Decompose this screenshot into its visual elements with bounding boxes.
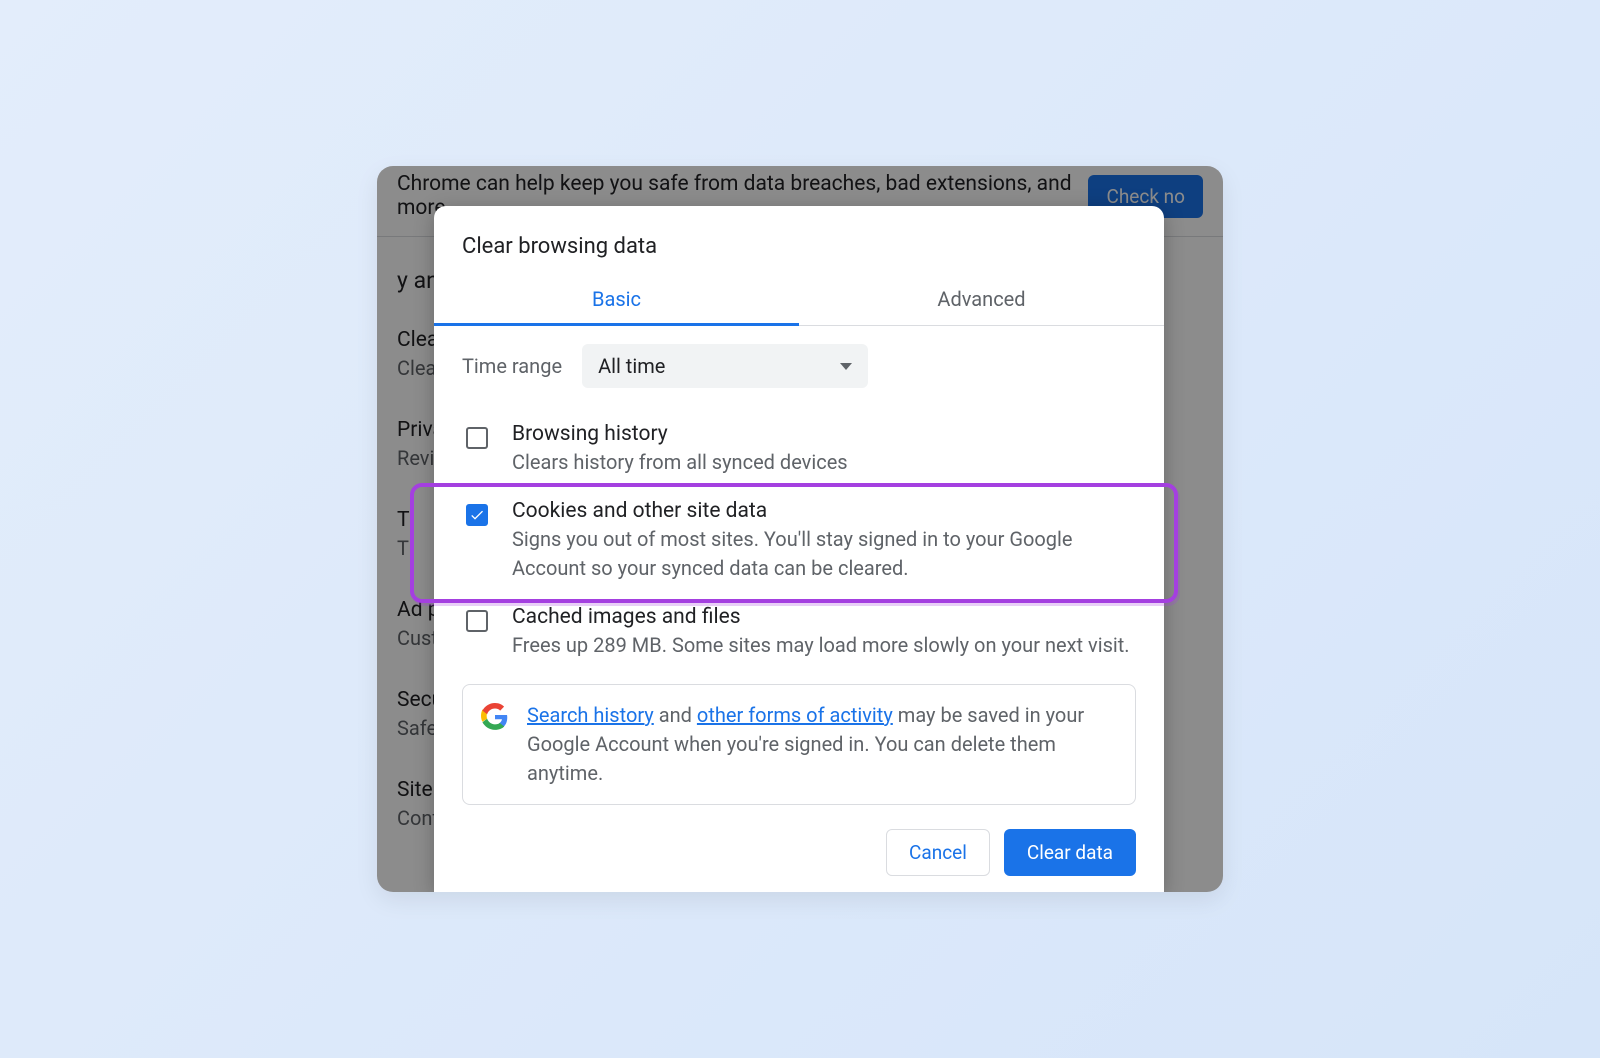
option-browsing-history[interactable]: Browsing history Clears history from all… [462, 416, 1136, 493]
option-title: Cookies and other site data [512, 499, 1136, 523]
tabs: Basic Advanced [434, 279, 1164, 326]
dialog-actions: Cancel Clear data [434, 805, 1164, 892]
settings-frame: Chrome can help keep you safe from data … [377, 166, 1223, 892]
dialog-body: Time range All time Browsing history Cle… [434, 326, 1164, 805]
option-title: Browsing history [512, 422, 848, 446]
option-cookies[interactable]: Cookies and other site data Signs you ou… [462, 493, 1136, 599]
option-title: Cached images and files [512, 605, 1130, 629]
search-history-link[interactable]: Search history [527, 703, 654, 727]
time-range-select[interactable]: All time [582, 344, 868, 388]
tab-basic[interactable]: Basic [434, 279, 799, 325]
tab-advanced[interactable]: Advanced [799, 279, 1164, 325]
check-icon [469, 507, 485, 523]
option-cached[interactable]: Cached images and files Frees up 289 MB.… [462, 599, 1136, 676]
cancel-button[interactable]: Cancel [886, 829, 990, 876]
info-text: Search history and other forms of activi… [527, 701, 1117, 788]
checkbox-cached[interactable] [466, 610, 488, 632]
option-subtitle: Signs you out of most sites. You'll stay… [512, 525, 1136, 583]
clear-browsing-data-dialog: Clear browsing data Basic Advanced Time … [434, 206, 1164, 892]
chevron-down-icon [840, 363, 852, 370]
other-activity-link[interactable]: other forms of activity [697, 703, 893, 727]
option-subtitle: Clears history from all synced devices [512, 448, 848, 477]
google-account-info: Search history and other forms of activi… [462, 684, 1136, 805]
option-text: Browsing history Clears history from all… [512, 422, 848, 477]
google-logo-icon [481, 703, 509, 731]
time-range-value: All time [598, 354, 665, 378]
checkbox-browsing-history[interactable] [466, 427, 488, 449]
checkbox-cookies[interactable] [466, 504, 488, 526]
clear-data-button[interactable]: Clear data [1004, 829, 1136, 876]
dialog-title: Clear browsing data [434, 206, 1164, 279]
option-text: Cookies and other site data Signs you ou… [512, 499, 1136, 583]
time-range-label: Time range [462, 354, 562, 378]
time-range-row: Time range All time [462, 344, 1136, 388]
option-text: Cached images and files Frees up 289 MB.… [512, 605, 1130, 660]
option-subtitle: Frees up 289 MB. Some sites may load mor… [512, 631, 1130, 660]
